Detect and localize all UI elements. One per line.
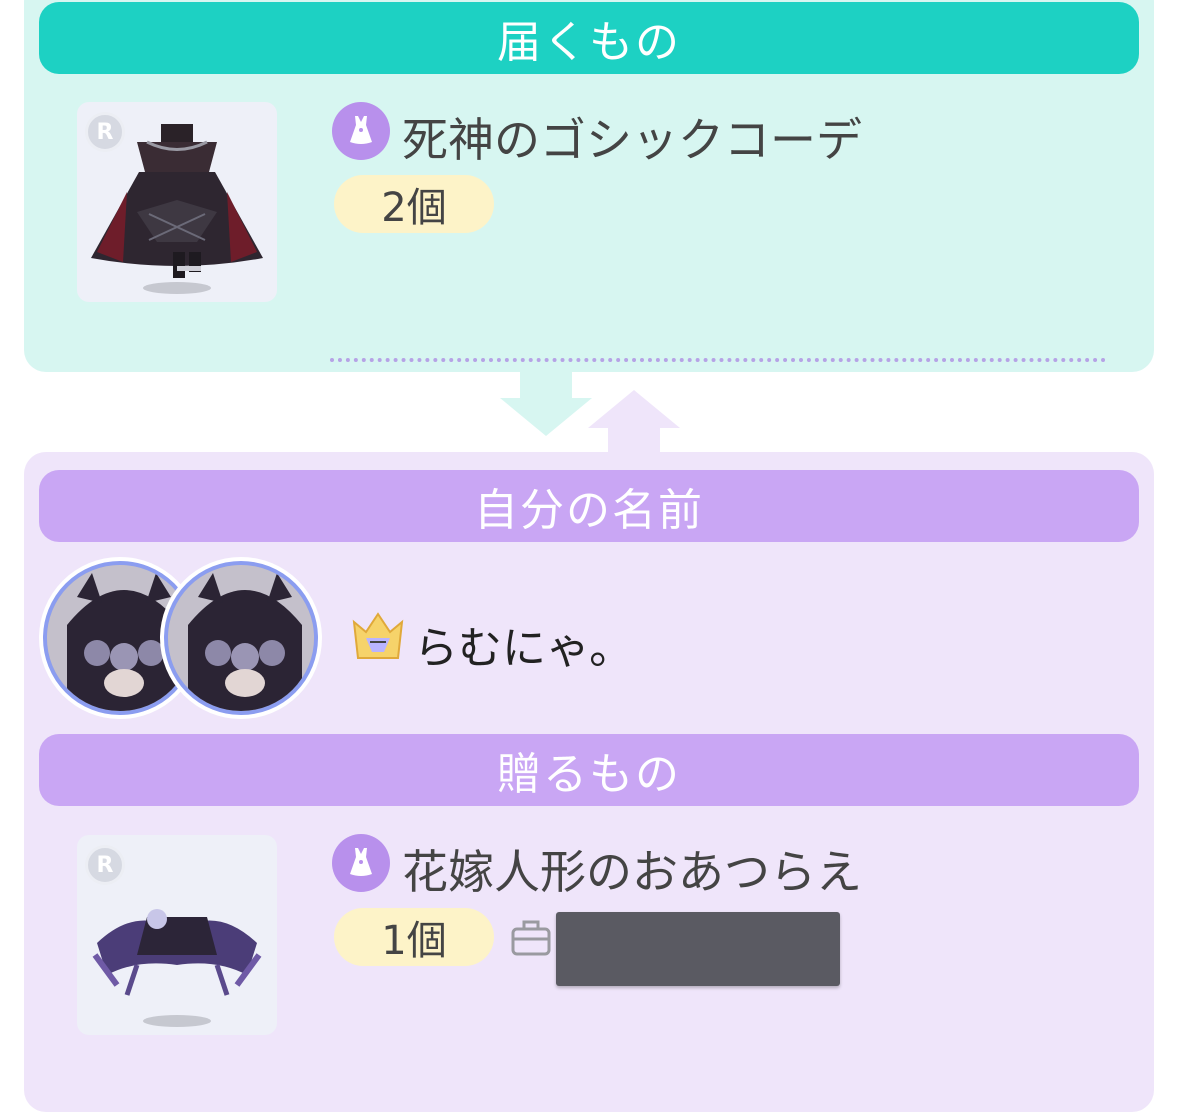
receive-section-header: 届くもの xyxy=(39,2,1139,74)
item-shadow xyxy=(143,1015,211,1027)
send-item-name: 花嫁人形のおあつらえ xyxy=(402,845,862,899)
avatar[interactable] xyxy=(164,561,318,715)
dotted-divider xyxy=(330,358,1106,362)
arrow-down-icon xyxy=(500,372,592,436)
crown-badge-icon xyxy=(352,612,404,659)
receive-item-card[interactable]: R xyxy=(77,102,277,302)
item-shadow xyxy=(143,282,211,294)
receive-item-name: 死神のゴシックコーデ xyxy=(402,113,862,167)
send-quantity-badge: 1個 xyxy=(334,908,494,966)
send-item-card[interactable]: R xyxy=(77,835,277,1035)
user-name: らむにゃ。 xyxy=(414,623,634,674)
sender-header-label: 自分の名前 xyxy=(474,485,704,536)
receive-quantity-badge: 2個 xyxy=(334,175,494,233)
bride-doll-outfit-image xyxy=(92,909,262,996)
send-header-label: 贈るもの xyxy=(497,749,681,800)
send-section-header: 贈るもの xyxy=(39,734,1139,806)
gothic-outfit-image xyxy=(91,124,263,278)
bag-icon xyxy=(511,920,551,956)
dress-icon xyxy=(332,834,390,892)
dress-icon xyxy=(332,102,390,160)
sender-section-header: 自分の名前 xyxy=(39,470,1139,542)
redaction-block xyxy=(556,912,840,986)
receive-header-label: 届くもの xyxy=(497,17,681,68)
arrow-up-icon xyxy=(588,390,680,454)
